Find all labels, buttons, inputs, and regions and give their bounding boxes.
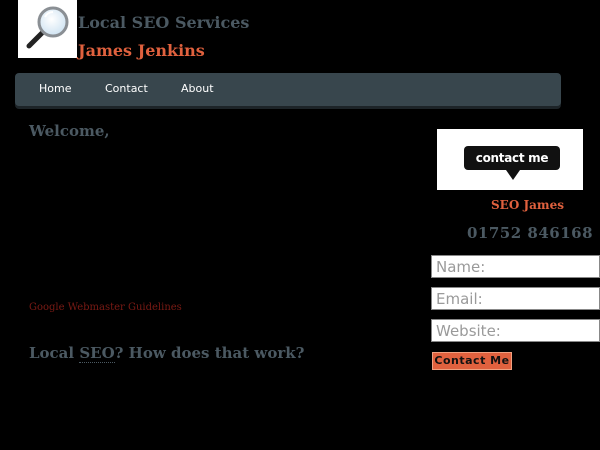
name-field[interactable]	[431, 255, 600, 278]
site-title: Local SEO Services	[78, 13, 250, 32]
local-seo-prefix: Local	[29, 344, 80, 362]
site-author: James Jenkins	[78, 41, 205, 60]
phone-number: 01752 846168	[467, 224, 594, 242]
nav-home[interactable]: Home	[39, 82, 71, 95]
nav-contact[interactable]: Contact	[105, 82, 148, 95]
speech-bubble: contact me	[464, 146, 560, 170]
magnifying-glass-icon	[26, 6, 69, 49]
local-seo-suffix: ? How does that work?	[114, 344, 305, 362]
nav-about[interactable]: About	[181, 82, 214, 95]
local-seo-heading: Local SEO? How does that work?	[29, 344, 305, 363]
website-field[interactable]	[431, 319, 600, 342]
speech-bubble-tail	[506, 170, 520, 180]
welcome-heading: Welcome,	[29, 122, 110, 140]
main-nav: Home Contact About	[15, 73, 561, 106]
email-field[interactable]	[431, 287, 600, 310]
google-guidelines-link[interactable]: Google Webmaster Guidelines	[29, 302, 182, 313]
seo-name: SEO James	[491, 198, 564, 212]
contact-me-card[interactable]: contact me	[437, 129, 583, 190]
site-logo[interactable]	[18, 0, 77, 58]
contact-me-button[interactable]: Contact Me	[432, 352, 512, 370]
seo-abbreviation: SEO	[79, 344, 115, 363]
